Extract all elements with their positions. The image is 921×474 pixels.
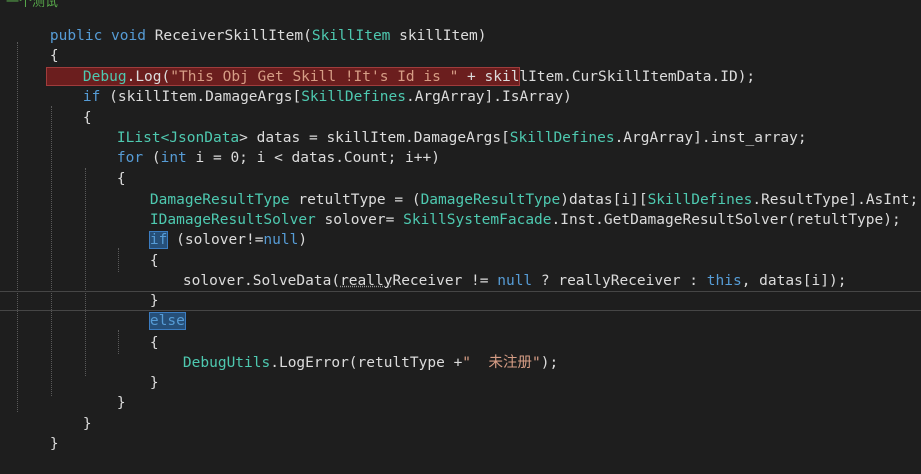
code-line-5[interactable]: { [48,88,921,126]
brace-close: } [49,436,59,452]
code-line-7[interactable]: for (int i = 0; i < datas.Count; i++) [82,128,921,166]
code-line-16[interactable]: { [115,313,921,351]
code-line-13[interactable]: solover.SolveData(reallyReceiver != null… [148,251,921,289]
code-line-1[interactable]: public void ReceiverSkillItem(SkillItem … [15,6,921,44]
code-line-4[interactable]: if (skillItem.DamageArgs[SkillDefines.Ar… [48,67,921,105]
code-line-19[interactable]: } [82,373,921,411]
indent-guide-1 [17,42,18,412]
code-line-17[interactable]: DebugUtils.LogError(retultType +" 未注册"); [148,333,921,371]
code-line-3[interactable]: Debug.Log("This Obj Get Skill !It's Id i… [48,47,921,85]
code-line-20[interactable]: } [48,394,921,432]
code-line-11[interactable]: if (solover!=null) [115,210,921,249]
code-line-6[interactable]: IList<JsonData> datas = skillItem.Damage… [82,108,921,146]
code-line-12[interactable]: { [115,231,921,269]
code-line-18[interactable]: } [115,353,921,391]
code-line-14[interactable]: } [115,271,921,309]
code-line-10[interactable]: IDamageResultSolver solover= SkillSystem… [115,190,921,228]
code-line-21[interactable]: } [15,414,921,452]
code-line-2[interactable]: { [15,26,921,64]
code-line-8[interactable]: { [82,149,921,187]
code-editor[interactable]: 一个测试 public void ReceiverSkillItem(Skill… [0,0,921,452]
code-line-15[interactable]: else [115,291,921,330]
code-line-9[interactable]: DamageResultType retultType = (DamageRes… [115,170,921,208]
indent-guide-2 [51,106,52,396]
